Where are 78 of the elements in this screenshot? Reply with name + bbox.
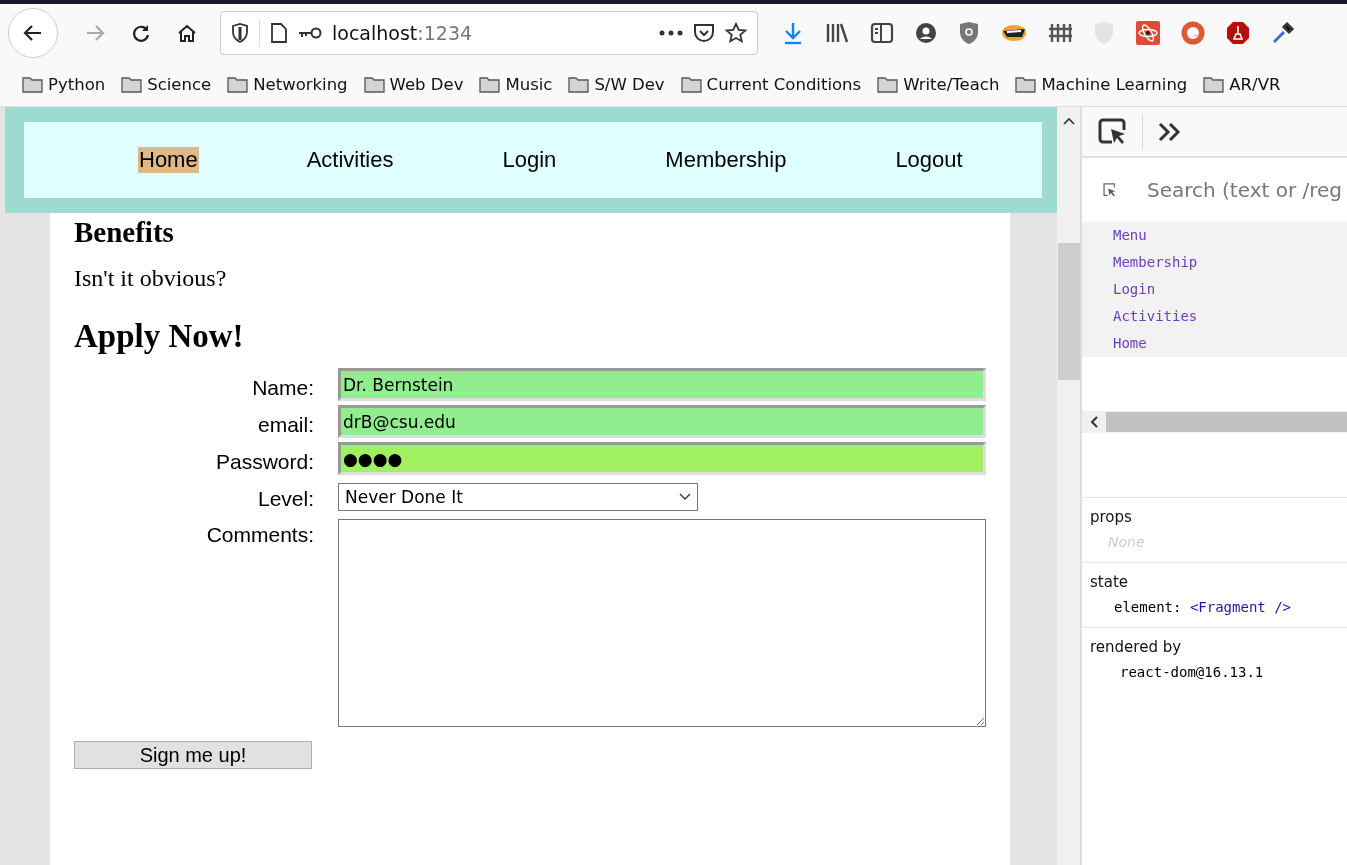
chevron-icon xyxy=(679,493,691,501)
folder-icon xyxy=(680,75,702,93)
fence-icon[interactable] xyxy=(1048,22,1072,44)
atom-icon[interactable] xyxy=(1136,21,1160,45)
nav-link[interactable]: Login xyxy=(501,147,558,173)
renderer-text: react-dom@16.13.1 xyxy=(1119,664,1265,680)
bookmark-folder[interactable]: AR/VR xyxy=(1203,74,1281,94)
section-title: rendered by xyxy=(1090,638,1183,656)
bookmark-folder[interactable]: S/W Dev xyxy=(568,74,665,94)
tree-item[interactable]: Activities xyxy=(1113,307,1347,326)
account-icon[interactable] xyxy=(915,22,937,44)
library-icon[interactable] xyxy=(825,22,849,44)
bookmark-folder[interactable]: Networking xyxy=(227,74,348,94)
shield-badge-icon[interactable] xyxy=(958,21,980,45)
folder-icon xyxy=(121,75,143,93)
folder-icon xyxy=(227,75,249,93)
section-title: state xyxy=(1090,573,1129,591)
sidebar-icon[interactable] xyxy=(870,22,894,44)
field-label: Comments: xyxy=(205,523,314,548)
key-icon xyxy=(298,26,322,40)
field-label: email: xyxy=(256,413,314,438)
field-label: Level: xyxy=(256,487,314,511)
tree-item[interactable]: Membership xyxy=(1113,253,1347,272)
folder-icon xyxy=(363,75,385,93)
eyedropper-icon[interactable] xyxy=(1271,21,1295,45)
section-title: props xyxy=(1090,508,1133,526)
submit-button[interactable]: Sign me up! xyxy=(74,741,312,769)
chevron-up-icon xyxy=(1062,117,1075,125)
folder-icon xyxy=(1203,75,1225,93)
pocket-icon[interactable] xyxy=(693,23,715,43)
field-label: Password: xyxy=(214,450,314,475)
bookmark-folder[interactable]: Python xyxy=(22,74,106,94)
input-field[interactable]: ●●●● xyxy=(338,442,986,475)
tree-item[interactable]: Menu xyxy=(1113,226,1347,245)
tree-item[interactable]: Login xyxy=(1113,280,1347,299)
broom-stop-icon[interactable] xyxy=(1226,21,1250,45)
more-icon[interactable] xyxy=(659,30,683,36)
back-button[interactable] xyxy=(8,8,58,58)
folder-icon xyxy=(568,75,590,93)
scroll-thumb[interactable] xyxy=(1106,412,1347,432)
level-dropdown[interactable]: Never Done It xyxy=(338,483,698,511)
address-bar[interactable]: localhost:1234 xyxy=(220,11,758,55)
tree-item[interactable]: Home xyxy=(1113,334,1347,353)
pick-element-icon[interactable] xyxy=(1098,117,1128,146)
folder-icon xyxy=(877,75,899,93)
home-icon[interactable] xyxy=(176,22,198,44)
chevron-left-icon xyxy=(1090,416,1098,428)
nav-link[interactable]: Activities xyxy=(305,147,395,173)
state-value[interactable]: <Fragment /> xyxy=(1189,599,1292,615)
state-key: element: xyxy=(1114,599,1182,615)
comments-field[interactable] xyxy=(338,519,986,727)
nav-link[interactable]: Membership xyxy=(664,147,788,173)
bookmark-folder[interactable]: Web Dev xyxy=(363,74,464,94)
bookmark-folder[interactable]: Science xyxy=(121,74,212,94)
section-heading: Benefits xyxy=(74,217,175,247)
input-field[interactable]: Dr. Bernstein xyxy=(338,368,986,401)
nav-link[interactable]: Home xyxy=(138,147,199,173)
double-chevron-icon[interactable] xyxy=(1157,120,1183,143)
url-text: localhost:1234 xyxy=(332,22,473,44)
shield-icon xyxy=(231,23,249,43)
download-icon[interactable] xyxy=(782,21,804,45)
nav-link[interactable]: Logout xyxy=(894,147,964,173)
field-label: Name: xyxy=(251,376,314,401)
body-text: Isn't it obvious? xyxy=(74,265,228,292)
horizontal-scrollbar[interactable] xyxy=(1082,411,1347,433)
bookmark-folder[interactable]: Write/Teach xyxy=(877,74,1000,94)
folder-icon xyxy=(1015,75,1037,93)
star-icon[interactable] xyxy=(725,22,747,44)
input-field[interactable]: drB@csu.edu xyxy=(338,405,986,438)
bookmark-folder[interactable]: Machine Learning xyxy=(1015,74,1188,94)
scrollbar[interactable] xyxy=(1057,107,1082,865)
scroll-thumb[interactable] xyxy=(1057,243,1080,380)
folder-icon xyxy=(479,75,501,93)
folder-icon xyxy=(22,75,43,93)
page-icon xyxy=(270,22,288,44)
bookmark-folder[interactable]: Music xyxy=(479,74,553,94)
form-title: Apply Now! xyxy=(74,317,245,356)
bookmark-folder[interactable]: Current Conditions xyxy=(680,74,862,94)
